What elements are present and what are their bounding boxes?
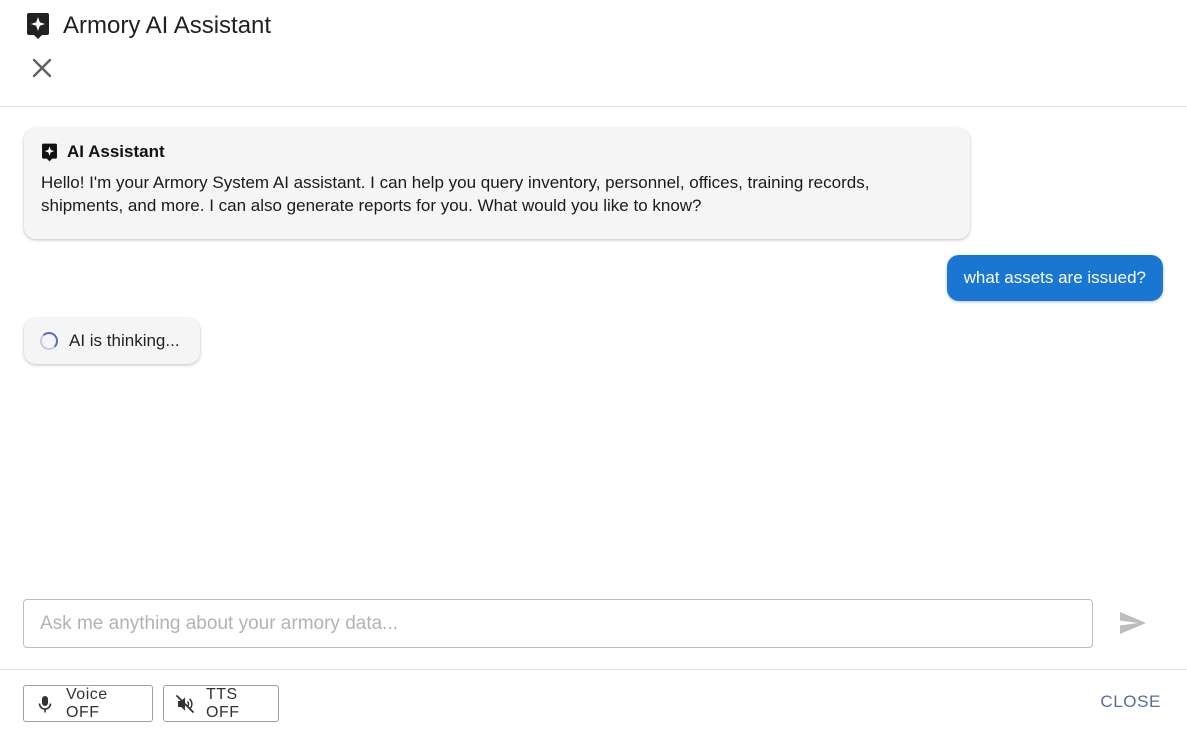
volume-off-icon — [175, 694, 195, 714]
assistant-message-text: Hello! I'm your Armory System AI assista… — [41, 173, 870, 215]
tts-toggle-button[interactable]: TTS OFF — [163, 685, 279, 722]
close-button[interactable]: CLOSE — [1100, 692, 1161, 712]
ai-sparkle-icon — [26, 12, 50, 40]
dialog-header: Armory AI Assistant — [0, 0, 1187, 107]
dialog-footer: Voice OFF TTS OFF CLOSE — [0, 669, 1187, 731]
user-message: what assets are issued? — [946, 255, 1163, 301]
ai-assistant-dialog: Armory AI Assistant AI Assistant Hello! … — [0, 0, 1187, 731]
tts-toggle-label: TTS OFF — [206, 685, 240, 721]
chat-input[interactable] — [23, 599, 1093, 648]
chat-input-row — [0, 598, 1187, 650]
dialog-title: Armory AI Assistant — [63, 12, 272, 39]
assistant-message-header: AI Assistant — [41, 142, 953, 162]
voice-toggle-label: Voice OFF — [66, 685, 108, 721]
thinking-label: AI is thinking... — [69, 331, 180, 350]
thinking-indicator: AI is thinking... — [24, 318, 200, 364]
loading-spinner-icon — [40, 332, 58, 350]
message-list: AI Assistant Hello! I'm your Armory Syst… — [0, 108, 1187, 588]
send-icon[interactable] — [1116, 606, 1150, 640]
close-icon[interactable] — [30, 56, 54, 80]
assistant-message: AI Assistant Hello! I'm your Armory Syst… — [24, 128, 970, 239]
dialog-title-row: Armory AI Assistant — [26, 12, 271, 40]
microphone-icon — [35, 694, 55, 714]
voice-toggle-button[interactable]: Voice OFF — [23, 685, 153, 722]
ai-sparkle-icon — [41, 143, 58, 162]
assistant-sender-name: AI Assistant — [67, 142, 165, 161]
